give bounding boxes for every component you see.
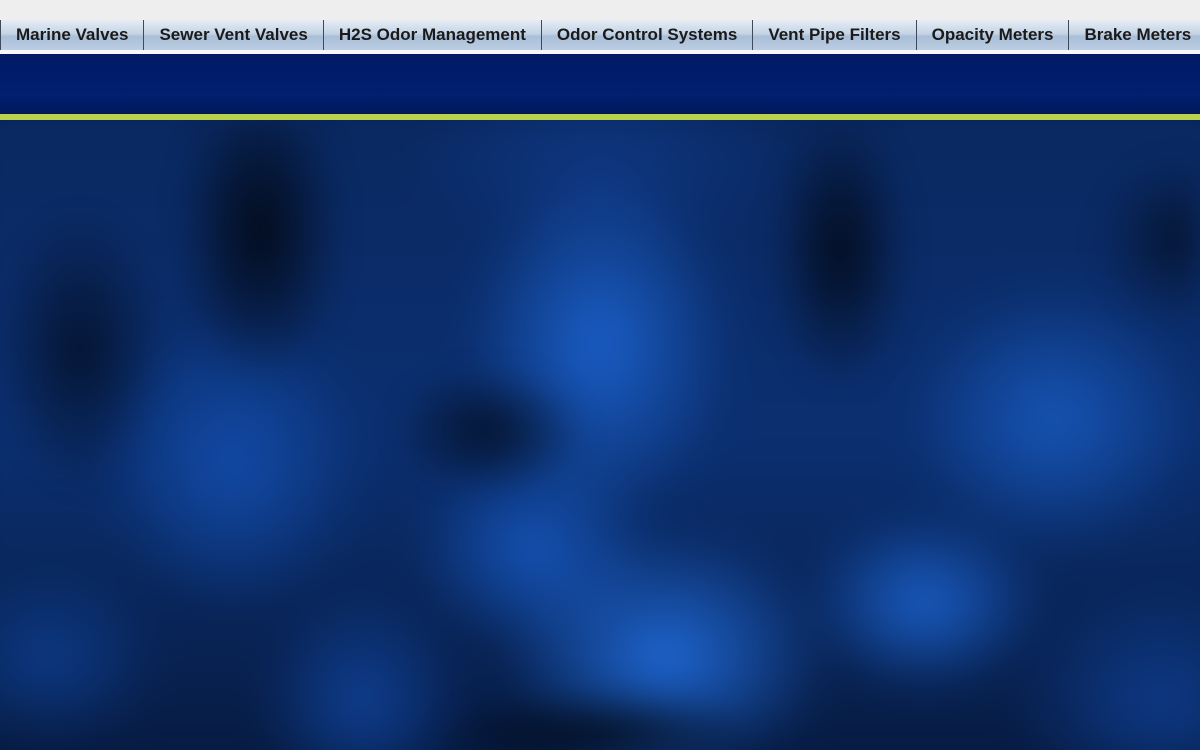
page: Marine Valves Sewer Vent Valves H2S Odor…: [0, 0, 1200, 750]
nav-item-brake-meters[interactable]: Brake Meters: [1069, 20, 1200, 50]
header-band: [0, 54, 1200, 114]
nav-item-marine-valves[interactable]: Marine Valves: [1, 20, 145, 50]
nav-item-odor-control-systems[interactable]: Odor Control Systems: [542, 20, 754, 50]
nav-item-sewer-vent-valves[interactable]: Sewer Vent Valves: [144, 20, 324, 50]
hero-background-image: [0, 120, 1200, 750]
nav-item-h2s-odor-management[interactable]: H2S Odor Management: [324, 20, 542, 50]
main-nav-bar: Marine Valves Sewer Vent Valves H2S Odor…: [0, 20, 1200, 50]
nav-item-vent-pipe-filters[interactable]: Vent Pipe Filters: [753, 20, 917, 50]
nav-item-opacity-meters[interactable]: Opacity Meters: [917, 20, 1070, 50]
hero-image-shadows: [0, 120, 1200, 750]
top-strip: [0, 0, 1200, 20]
